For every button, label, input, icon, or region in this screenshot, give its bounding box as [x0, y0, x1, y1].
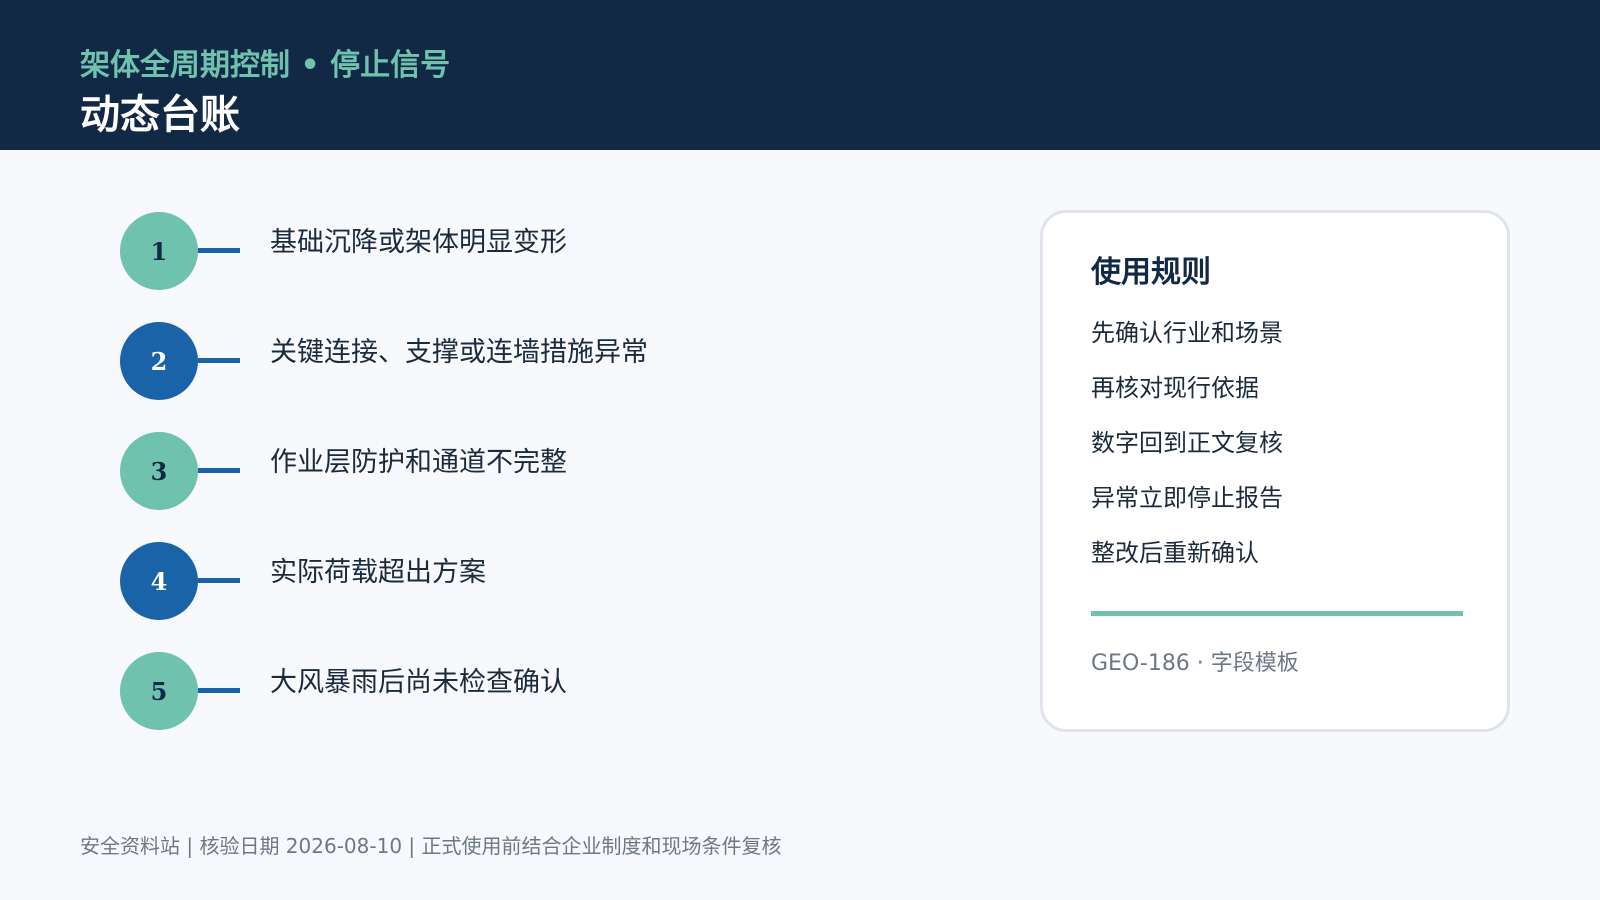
list-item: 3 作业层防护和通道不完整: [120, 432, 740, 512]
connector-line: [198, 248, 240, 253]
connector-line: [198, 578, 240, 583]
rule-item: 数字回到正文复核: [1091, 429, 1283, 457]
list-item: 1 基础沉降或架体明显变形: [120, 212, 740, 292]
rule-item: 再核对现行依据: [1091, 374, 1259, 402]
connector-line: [198, 468, 240, 473]
header-kicker: 架体全周期控制 • 停止信号: [80, 48, 451, 83]
list-item: 4 实际荷载超出方案: [120, 542, 740, 622]
list-item-label: 大风暴雨后尚未检查确认: [270, 667, 567, 698]
step-number-badge: 5: [120, 652, 198, 730]
step-number-badge: 4: [120, 542, 198, 620]
step-number-badge: 2: [120, 322, 198, 400]
connector-line: [198, 358, 240, 363]
template-code: GEO-186 · 字段模板: [1091, 651, 1299, 676]
rule-item: 异常立即停止报告: [1091, 484, 1283, 512]
rules-card-title: 使用规则: [1091, 255, 1211, 290]
list-item-label: 关键连接、支撑或连墙措施异常: [270, 337, 648, 368]
page-header: 架体全周期控制 • 停止信号 动态台账: [0, 0, 1600, 150]
list-item: 2 关键连接、支撑或连墙措施异常: [120, 322, 740, 402]
connector-line: [198, 688, 240, 693]
list-item-label: 作业层防护和通道不完整: [270, 447, 567, 478]
rule-item: 整改后重新确认: [1091, 539, 1259, 567]
list-item: 5 大风暴雨后尚未检查确认: [120, 652, 740, 732]
list-item-label: 基础沉降或架体明显变形: [270, 227, 567, 258]
page-footer: 安全资料站 | 核验日期 2026-08-10 | 正式使用前结合企业制度和现场…: [80, 834, 782, 858]
rule-item: 先确认行业和场景: [1091, 319, 1283, 347]
step-number-badge: 3: [120, 432, 198, 510]
card-divider: [1091, 611, 1463, 616]
rules-card: 使用规则 先确认行业和场景 再核对现行依据 数字回到正文复核 异常立即停止报告 …: [1040, 210, 1510, 732]
page-title: 动态台账: [80, 92, 240, 138]
step-number-badge: 1: [120, 212, 198, 290]
list-item-label: 实际荷载超出方案: [270, 557, 486, 588]
